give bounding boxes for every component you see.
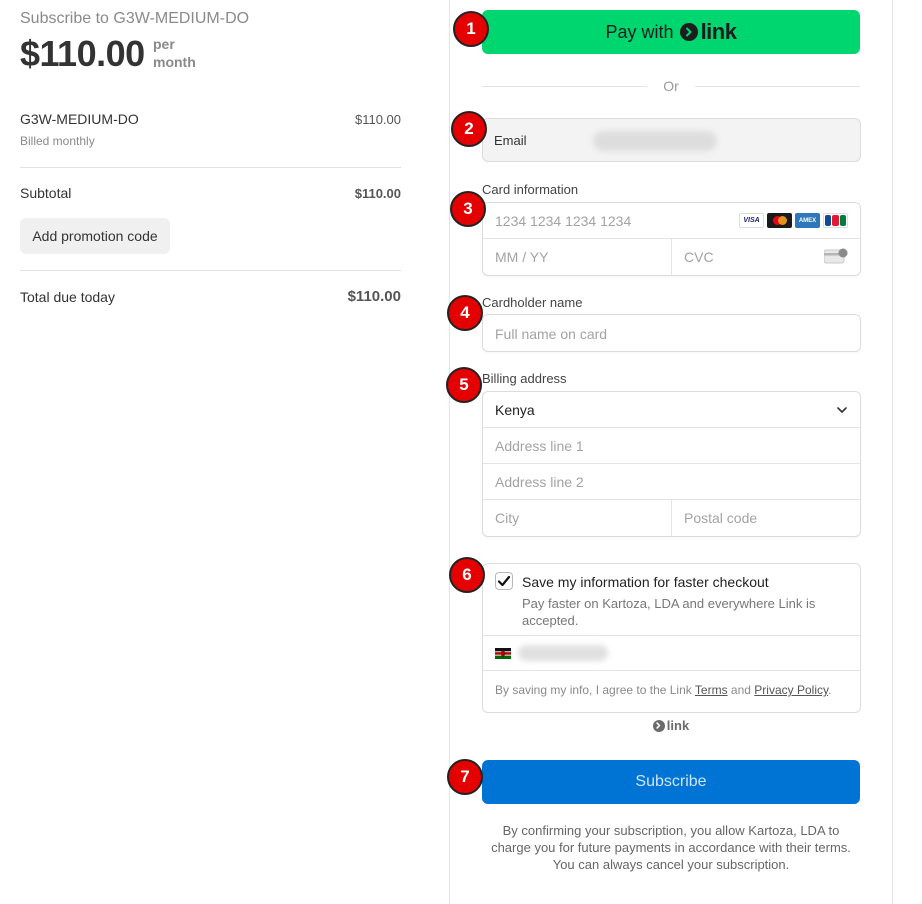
- city-input[interactable]: City: [483, 500, 671, 536]
- postal-code-placeholder: Postal code: [684, 510, 758, 526]
- country-select[interactable]: Kenya: [483, 392, 860, 428]
- billing-address-group: Kenya Address line 1 Address line 2 City…: [482, 391, 861, 537]
- pay-with-label: Pay with: [605, 21, 674, 42]
- save-info-description: Pay faster on Kartoza, LDA and everywher…: [522, 596, 816, 628]
- annotation-marker-7: 7: [447, 759, 483, 795]
- postal-code-input[interactable]: Postal code: [671, 500, 860, 536]
- chevron-down-icon: [837, 407, 847, 413]
- visa-icon: VISA: [739, 213, 764, 228]
- email-label: Email: [494, 133, 527, 148]
- card-number-input[interactable]: 1234 1234 1234 1234 VISA AMEX: [483, 203, 860, 239]
- card-information-group: 1234 1234 1234 1234 VISA AMEX MM / YY CV…: [482, 202, 861, 276]
- checkmark-icon: [497, 575, 511, 587]
- pay-with-link-button[interactable]: Pay with link: [482, 10, 860, 54]
- subscribe-button[interactable]: Subscribe: [482, 760, 860, 804]
- subtotal-label: Subtotal: [20, 185, 72, 201]
- total-label: Total due today: [20, 289, 115, 305]
- email-value-redacted: [593, 131, 717, 151]
- billing-period-per: per: [153, 36, 175, 52]
- address-line-1-placeholder: Address line 1: [495, 438, 584, 454]
- link-chevron-icon: [679, 23, 698, 41]
- add-promotion-code-button[interactable]: Add promotion code: [20, 218, 170, 254]
- card-information-label: Card information: [482, 182, 579, 197]
- address-line-2-placeholder: Address line 2: [495, 474, 584, 490]
- link-terms-text: By saving my info, I agree to the Link T…: [495, 683, 831, 697]
- email-field[interactable]: Email: [482, 118, 861, 162]
- expiry-placeholder: MM / YY: [495, 249, 549, 265]
- privacy-policy-link[interactable]: Privacy Policy: [754, 683, 828, 697]
- billing-period-unit: month: [153, 54, 196, 70]
- cardholder-name-placeholder: Full name on card: [495, 326, 608, 342]
- panel-divider-right: [892, 0, 893, 904]
- mastercard-icon: [767, 213, 792, 228]
- city-placeholder: City: [495, 510, 520, 526]
- line-item-amount: $110.00: [354, 112, 401, 127]
- cvc-card-icon: [824, 248, 848, 264]
- card-brands: VISA AMEX: [739, 213, 848, 228]
- city-postal-row: City Postal code: [483, 500, 860, 536]
- annotation-marker-5: 5: [446, 367, 482, 403]
- agree-and: and: [730, 683, 751, 697]
- address-line-1-input[interactable]: Address line 1: [483, 428, 860, 464]
- expiry-cvc-row: MM / YY CVC: [483, 239, 860, 275]
- billing-period: per month: [153, 35, 196, 71]
- phone-number-input[interactable]: [483, 635, 860, 671]
- link-chevron-icon: [652, 719, 665, 732]
- save-info-checkbox[interactable]: [495, 572, 513, 590]
- terms-link[interactable]: Terms: [695, 683, 728, 697]
- or-divider: Or: [482, 78, 860, 94]
- expiry-input[interactable]: MM / YY: [483, 239, 671, 275]
- card-number-row: 1234 1234 1234 1234 VISA AMEX: [483, 203, 860, 239]
- link-footer-logo: link: [482, 718, 860, 733]
- jcb-icon: [823, 213, 848, 228]
- divider: [20, 270, 401, 271]
- annotation-marker-6: 6: [449, 557, 485, 593]
- divider: [20, 167, 401, 168]
- kenya-flag-icon: [495, 648, 511, 659]
- subtotal-amount: $110.00: [354, 186, 401, 201]
- cvc-input[interactable]: CVC: [671, 239, 860, 275]
- link-wordmark: link: [700, 19, 737, 44]
- phone-value-redacted: [518, 645, 608, 661]
- price-amount: $110.00: [20, 33, 145, 74]
- agree-prefix: By saving my info, I agree to the Link: [495, 683, 692, 697]
- link-save-info-box: Save my information for faster checkout …: [482, 563, 861, 713]
- cardholder-name-input[interactable]: Full name on card: [482, 314, 861, 352]
- annotation-marker-1: 1: [453, 11, 489, 47]
- line-item-billing: Billed monthly: [20, 134, 95, 148]
- total-amount: $110.00: [347, 288, 401, 305]
- subscribe-title: Subscribe to G3W-MEDIUM-DO: [20, 10, 250, 27]
- annotation-marker-2: 2: [451, 111, 487, 147]
- annotation-marker-3: 3: [450, 191, 486, 227]
- agree-suffix: .: [828, 683, 832, 697]
- country-value: Kenya: [495, 402, 535, 418]
- line-item-name: G3W-MEDIUM-DO: [20, 111, 139, 127]
- or-line-right: [695, 86, 860, 87]
- save-info-title: Save my information for faster checkout: [522, 574, 769, 590]
- subscription-confirmation-text: By confirming your subscription, you all…: [491, 823, 851, 872]
- cardholder-name-label: Cardholder name: [482, 295, 583, 310]
- billing-address-label: Billing address: [482, 371, 567, 386]
- card-number-placeholder: 1234 1234 1234 1234: [495, 213, 632, 229]
- cvc-placeholder: CVC: [684, 249, 714, 265]
- annotation-marker-4: 4: [447, 295, 483, 331]
- amex-icon: AMEX: [795, 213, 820, 228]
- link-logo-icon: link: [679, 19, 737, 45]
- address-line-2-input[interactable]: Address line 2: [483, 464, 860, 500]
- line-item: G3W-MEDIUM-DO Billed monthly $110.00: [20, 111, 401, 148]
- link-footer-wordmark: link: [666, 718, 690, 733]
